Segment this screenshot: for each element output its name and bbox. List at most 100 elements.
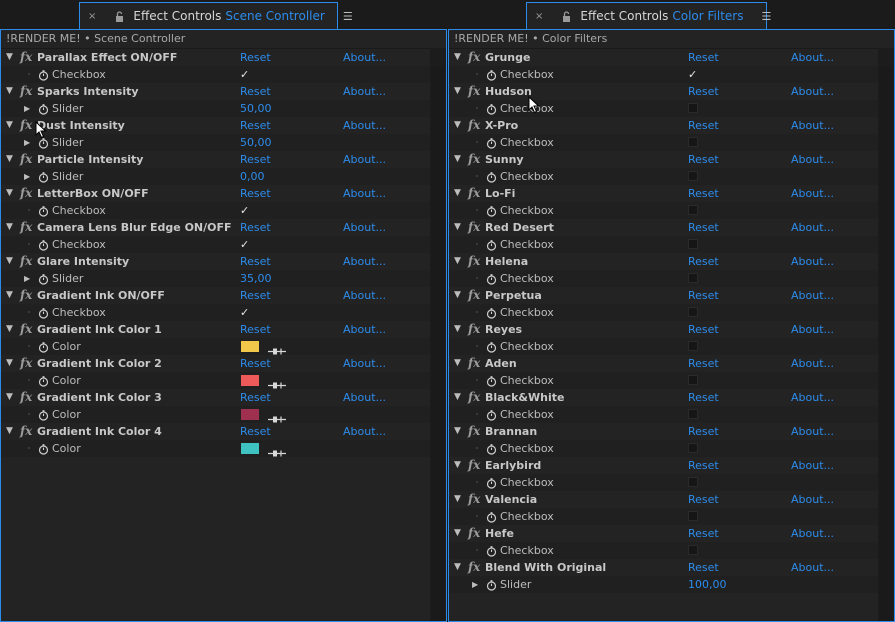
fx-icon[interactable]: fx [468, 49, 480, 66]
fx-icon[interactable]: fx [468, 491, 480, 508]
effect-name[interactable]: Gradient Ink ON/OFF [37, 287, 165, 304]
effect-row[interactable]: ▼ fx Lo-Fi Reset About... [449, 185, 878, 202]
twirl-open-icon[interactable]: ▼ [454, 117, 461, 134]
slider-value[interactable]: 100,00 [688, 576, 727, 593]
checkbox-unchecked[interactable] [688, 443, 698, 453]
fx-icon[interactable]: fx [468, 457, 480, 474]
twirl-open-icon[interactable]: ▼ [454, 321, 461, 338]
parameter-row[interactable]: Checkbox [449, 270, 878, 287]
twirl-open-icon[interactable]: ▼ [6, 117, 13, 134]
checkbox-unchecked[interactable] [688, 171, 698, 181]
about-button[interactable]: About... [791, 83, 834, 100]
reset-button[interactable]: Reset [240, 219, 271, 236]
left-panel-tab[interactable]: × Effect Controls Scene Controller ☰ [79, 2, 353, 29]
effect-row[interactable]: ▼ fx Red Desert Reset About... [449, 219, 878, 236]
about-button[interactable]: About... [791, 457, 834, 474]
reset-button[interactable]: Reset [688, 83, 719, 100]
effect-row[interactable]: ▼ fx Gradient Ink ON/OFF Reset About... [1, 287, 430, 304]
reset-button[interactable]: Reset [688, 491, 719, 508]
close-icon[interactable]: × [88, 11, 96, 22]
effect-row[interactable]: ▼ fx Gradient Ink Color 2 Reset About... [1, 355, 430, 372]
effect-row[interactable]: ▼ fx LetterBox ON/OFF Reset About... [1, 185, 430, 202]
effect-row[interactable]: ▼ fx Earlybird Reset About... [449, 457, 878, 474]
reset-button[interactable]: Reset [240, 117, 271, 134]
effect-name[interactable]: LetterBox ON/OFF [37, 185, 149, 202]
parameter-row[interactable]: ▶ Slider 50,00 [1, 100, 430, 117]
effect-name[interactable]: Gradient Ink Color 3 [37, 389, 162, 406]
twirl-closed-icon[interactable]: ▶ [24, 134, 30, 151]
twirl-open-icon[interactable]: ▼ [454, 389, 461, 406]
color-swatch[interactable] [241, 341, 259, 352]
reset-button[interactable]: Reset [688, 49, 719, 66]
parameter-row[interactable]: Color [1, 338, 430, 355]
about-button[interactable]: About... [343, 151, 386, 168]
fx-icon[interactable]: fx [20, 117, 32, 134]
parameter-row[interactable]: Checkbox ✓ [1, 66, 430, 83]
about-button[interactable]: About... [791, 185, 834, 202]
about-button[interactable]: About... [343, 389, 386, 406]
parameter-row[interactable]: Checkbox [449, 304, 878, 321]
parameter-row[interactable]: Color [1, 406, 430, 423]
effect-row[interactable]: ▼ fx X-Pro Reset About... [449, 117, 878, 134]
fx-icon[interactable]: fx [20, 389, 32, 406]
parameter-row[interactable]: Checkbox [449, 406, 878, 423]
checkbox-unchecked[interactable] [688, 511, 698, 521]
tab-composition-name[interactable]: Color Filters [672, 9, 743, 23]
twirl-open-icon[interactable]: ▼ [6, 83, 13, 100]
scrollbar-thumb[interactable] [879, 67, 893, 621]
twirl-open-icon[interactable]: ▼ [6, 49, 13, 66]
effect-row[interactable]: ▼ fx Aden Reset About... [449, 355, 878, 372]
parameter-row[interactable]: Checkbox [449, 168, 878, 185]
effect-name[interactable]: X-Pro [485, 117, 518, 134]
parameter-row[interactable]: ▶ Slider 100,00 [449, 576, 878, 593]
about-button[interactable]: About... [791, 559, 834, 576]
fx-icon[interactable]: fx [468, 151, 480, 168]
effect-row[interactable]: ▼ fx Helena Reset About... [449, 253, 878, 270]
parameter-row[interactable]: Color [1, 372, 430, 389]
twirl-open-icon[interactable]: ▼ [6, 253, 13, 270]
about-button[interactable]: About... [343, 219, 386, 236]
twirl-open-icon[interactable]: ▼ [454, 525, 461, 542]
reset-button[interactable]: Reset [240, 355, 271, 372]
effect-row[interactable]: ▼ fx Sparks Intensity Reset About... [1, 83, 430, 100]
fx-icon[interactable]: fx [468, 355, 480, 372]
lock-icon[interactable] [115, 10, 124, 22]
color-swatch[interactable] [241, 409, 259, 420]
scrollbar[interactable] [878, 48, 894, 621]
twirl-open-icon[interactable]: ▼ [454, 253, 461, 270]
twirl-open-icon[interactable]: ▼ [454, 559, 461, 576]
effect-name[interactable]: Aden [485, 355, 517, 372]
fx-icon[interactable]: fx [20, 49, 32, 66]
parameter-row[interactable]: ▶ Slider 50,00 [1, 134, 430, 151]
effect-name[interactable]: Sparks Intensity [37, 83, 139, 100]
checkbox-checked[interactable]: ✓ [240, 236, 249, 253]
effect-name[interactable]: Blend With Original [485, 559, 606, 576]
fx-icon[interactable]: fx [20, 219, 32, 236]
about-button[interactable]: About... [791, 491, 834, 508]
effect-row[interactable]: ▼ fx Camera Lens Blur Edge ON/OFF Reset Abou… [1, 219, 430, 236]
about-button[interactable]: About... [343, 355, 386, 372]
effect-name[interactable]: Gradient Ink Color 1 [37, 321, 162, 338]
about-button[interactable]: About... [343, 287, 386, 304]
twirl-open-icon[interactable]: ▼ [6, 355, 13, 372]
twirl-open-icon[interactable]: ▼ [454, 355, 461, 372]
twirl-open-icon[interactable]: ▼ [454, 185, 461, 202]
about-button[interactable]: About... [791, 219, 834, 236]
parameter-row[interactable]: Color [1, 440, 430, 457]
parameter-row[interactable]: Checkbox [449, 236, 878, 253]
fx-icon[interactable]: fx [468, 389, 480, 406]
effect-name[interactable]: Black&White [485, 389, 564, 406]
effect-name[interactable]: Dust Intensity [37, 117, 125, 134]
checkbox-unchecked[interactable] [688, 409, 698, 419]
effect-name[interactable]: Parallax Effect ON/OFF [37, 49, 177, 66]
effect-row[interactable]: ▼ fx Parallax Effect ON/OFF Reset About... [1, 49, 430, 66]
effect-row[interactable]: ▼ fx Particle Intensity Reset About... [1, 151, 430, 168]
checkbox-checked[interactable]: ✓ [688, 66, 697, 83]
checkbox-unchecked[interactable] [688, 205, 698, 215]
parameter-row[interactable]: Checkbox ✓ [449, 66, 878, 83]
fx-icon[interactable]: fx [20, 355, 32, 372]
fx-icon[interactable]: fx [20, 253, 32, 270]
reset-button[interactable]: Reset [688, 117, 719, 134]
right-panel-tab[interactable]: × Effect Controls Color Filters ☰ [526, 2, 771, 29]
effect-row[interactable]: ▼ fx Gradient Ink Color 4 Reset About... [1, 423, 430, 440]
